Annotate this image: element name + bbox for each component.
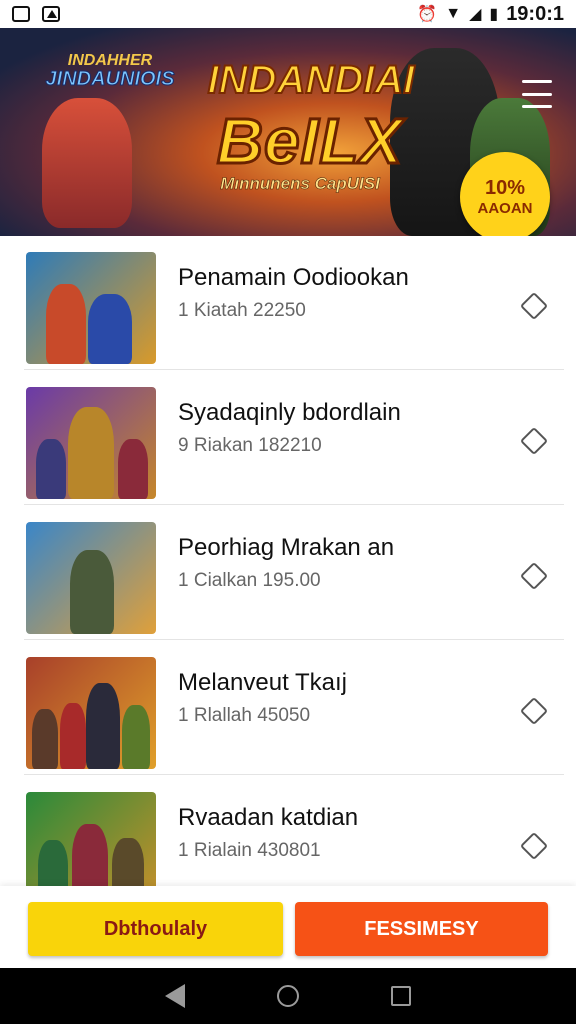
game-list[interactable]: Penamain Oodiookan 1 Kiatah 22250 Syadaq… bbox=[0, 236, 576, 886]
list-item-title: Syadaqinly bdordlain bbox=[178, 399, 401, 426]
list-item-title: Melanveut Tkaıj bbox=[178, 669, 347, 696]
list-item-subtitle: 1 Cialkan 195.00 bbox=[178, 570, 321, 591]
game-thumbnail bbox=[26, 387, 156, 499]
status-left-icons bbox=[12, 6, 60, 22]
notification-icon bbox=[42, 6, 60, 22]
promo-badge-label: AAOAN bbox=[477, 200, 533, 217]
hero-subtitle: Mınnunens CapUISI bbox=[220, 174, 380, 194]
game-thumbnail bbox=[26, 252, 156, 364]
recent-apps-icon[interactable] bbox=[391, 986, 411, 1006]
diamond-icon[interactable] bbox=[519, 831, 549, 861]
secondary-button[interactable]: FESSIMESY bbox=[295, 902, 548, 956]
menu-icon[interactable] bbox=[522, 80, 552, 108]
hero-banner[interactable]: INDAHHER JINDAUNIOIS INDANDIAI BeILX Mın… bbox=[0, 28, 576, 236]
list-item-subtitle: 1 Rlallah 45050 bbox=[178, 705, 311, 726]
hero-character-left bbox=[42, 98, 132, 228]
list-item-subtitle: 9 Riakan 182210 bbox=[178, 435, 322, 456]
promo-badge[interactable]: 10% AAOAN bbox=[460, 152, 550, 236]
battery-icon: ▮ bbox=[489, 6, 499, 23]
list-item[interactable]: Melanveut Tkaıj 1 Rlallah 45050 bbox=[24, 641, 564, 775]
screenshot-icon bbox=[12, 6, 30, 22]
promo-badge-percent: 10% bbox=[484, 177, 526, 199]
hero-logo: INDAHHER JINDAUNIOIS bbox=[30, 52, 190, 90]
game-thumbnail bbox=[26, 657, 156, 769]
list-item-subtitle: 1 Kiatah 22250 bbox=[178, 300, 306, 321]
hero-title-line2: BeILX bbox=[215, 104, 404, 179]
back-icon[interactable] bbox=[165, 984, 185, 1008]
status-time: 19:0:1 bbox=[506, 2, 564, 25]
list-item-title: Peorhiag Mrakan an bbox=[178, 534, 395, 561]
wifi-icon: ▼ bbox=[445, 5, 462, 22]
diamond-icon[interactable] bbox=[519, 291, 549, 321]
list-item[interactable]: Syadaqinly bdordlain 9 Riakan 182210 bbox=[24, 371, 564, 505]
game-thumbnail bbox=[26, 522, 156, 634]
primary-button[interactable]: Dbthoulaly bbox=[28, 902, 283, 956]
list-item[interactable]: Peorhiag Mrakan an 1 Cialkan 195.00 bbox=[24, 506, 564, 640]
status-right: ⏰ ▼ ◢ ▮ 19:0:1 bbox=[417, 3, 564, 26]
game-thumbnail bbox=[26, 792, 156, 886]
list-item[interactable]: Rvaadan katdian 1 Rialain 430801 bbox=[24, 776, 564, 886]
alarm-icon: ⏰ bbox=[417, 6, 438, 23]
home-icon[interactable] bbox=[277, 985, 299, 1007]
diamond-icon[interactable] bbox=[519, 561, 549, 591]
bottom-action-bar: Dbthoulaly FESSIMESY bbox=[0, 886, 576, 968]
hero-title-line1: INDANDIAI bbox=[207, 57, 416, 103]
list-item[interactable]: Penamain Oodiookan 1 Kiatah 22250 bbox=[24, 236, 564, 370]
system-nav-bar bbox=[0, 968, 576, 1024]
list-item-subtitle: 1 Rialain 430801 bbox=[178, 840, 321, 861]
diamond-icon[interactable] bbox=[519, 426, 549, 456]
list-item-title: Penamain Oodiookan bbox=[178, 264, 409, 291]
status-bar: ⏰ ▼ ◢ ▮ 19:0:1 bbox=[0, 0, 576, 28]
list-item-title: Rvaadan katdian bbox=[178, 804, 359, 831]
diamond-icon[interactable] bbox=[519, 696, 549, 726]
signal-icon: ◢ bbox=[469, 6, 482, 23]
hero-logo-line2: JINDAUNIOIS bbox=[45, 68, 175, 90]
